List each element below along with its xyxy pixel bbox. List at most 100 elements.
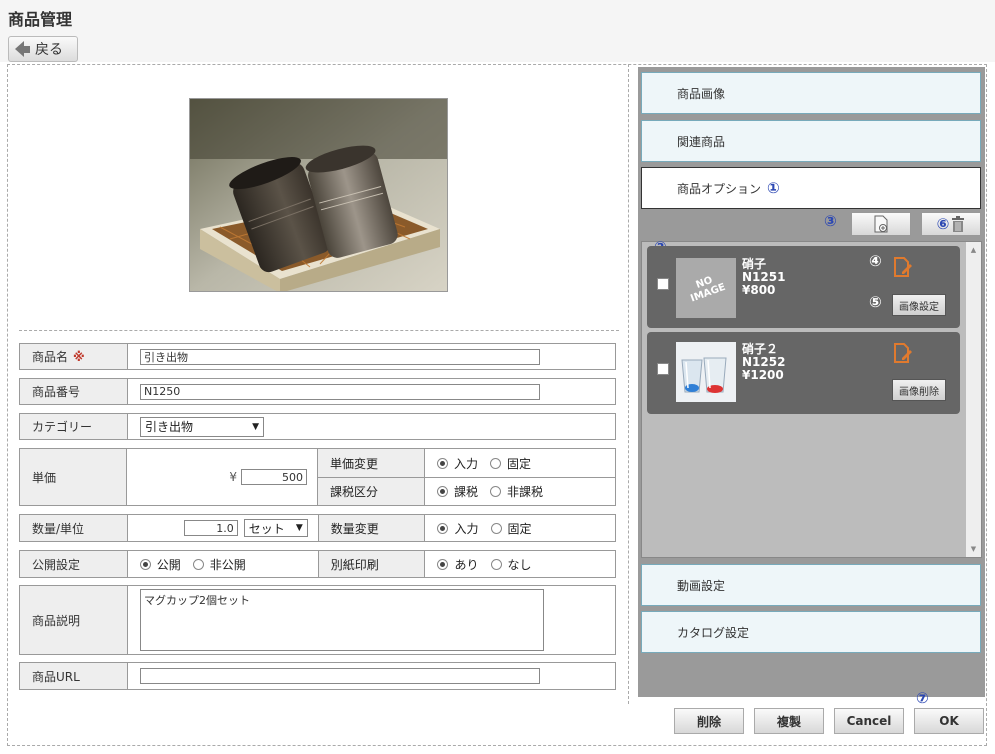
column-divider	[628, 64, 629, 704]
section-label: 関連商品	[677, 134, 726, 149]
back-label: 戻る	[35, 42, 63, 58]
label-quantity: 数量/単位	[20, 515, 128, 541]
row-quantity: 数量/単位 1.0 セット ▼ 数量変更 入力 固定	[19, 514, 616, 542]
marker-4: ④	[869, 252, 882, 270]
radio-public[interactable]: 公開	[139, 556, 181, 573]
option-price: ¥1200	[742, 368, 784, 382]
radio-label: 課税	[454, 485, 479, 499]
dropdown-arrow-icon: ▼	[295, 523, 303, 533]
section-label: 動画設定	[677, 578, 726, 593]
radio-dot	[490, 558, 502, 570]
radio-print-yes[interactable]: あり	[437, 556, 479, 573]
add-option-button[interactable]	[851, 212, 911, 236]
radio-dot	[437, 522, 449, 534]
page-title: 商品管理	[8, 10, 73, 29]
radio-dot	[490, 522, 502, 534]
label-print: 別紙印刷	[317, 551, 426, 577]
section-divider	[19, 330, 619, 331]
glass-thumbnail	[676, 342, 736, 402]
category-value: 引き出物	[145, 420, 194, 434]
marker-5: ⑤	[869, 293, 882, 311]
product-photo	[189, 98, 448, 292]
row-product-name: 商品名 ※ 引き出物	[19, 343, 616, 370]
scroll-down-icon[interactable]: ▼	[966, 545, 981, 553]
marker-6: ⑥	[936, 215, 950, 233]
label-product-number: 商品番号	[20, 379, 128, 404]
delete-button[interactable]: 削除	[674, 708, 744, 734]
option-list-scrollbar[interactable]: ▲ ▼	[966, 242, 981, 557]
radio-dot	[490, 457, 502, 469]
label-qty-change: 数量変更	[317, 515, 426, 541]
delete-option-button[interactable]: ⑥	[921, 212, 981, 236]
radio-label: 公開	[156, 557, 181, 572]
scroll-up-icon[interactable]: ▲	[966, 246, 981, 254]
radio-tax-exempt[interactable]: 非課税	[490, 483, 543, 500]
product-number-input[interactable]: N1250	[140, 383, 540, 400]
radio-qty-fixed[interactable]: 固定	[490, 520, 532, 537]
row-price: 単価 ¥ 500 単価変更 入力 固定 課税区分 課税 非課税	[19, 448, 616, 506]
delete-image-button[interactable]: 画像削除	[892, 379, 946, 401]
option-price: ¥800	[742, 283, 776, 297]
arrow-tail	[24, 45, 30, 53]
edit-icon[interactable]	[893, 257, 913, 277]
section-product-options[interactable]: 商品オプション ①	[641, 167, 981, 209]
radio-dot	[437, 486, 448, 497]
radio-label: 入力	[454, 456, 479, 471]
back-button[interactable]: 戻る	[8, 36, 78, 62]
section-label: 商品オプション	[677, 181, 762, 196]
quantity-input[interactable]: 1.0	[183, 520, 238, 536]
radio-print-no[interactable]: なし	[490, 556, 532, 573]
ok-button[interactable]: OK	[914, 708, 984, 734]
product-name-input[interactable]: 引き出物	[140, 348, 540, 365]
category-select[interactable]: 引き出物 ▼	[140, 416, 264, 437]
radio-label: なし	[507, 557, 532, 572]
dropdown-arrow-icon: ▼	[252, 421, 259, 432]
option-checkbox[interactable]	[657, 278, 669, 290]
row-category: カテゴリー 引き出物 ▼	[19, 413, 616, 440]
image-settings-button[interactable]: 画像設定	[892, 294, 946, 316]
row-description: 商品説明 マグカップ2個セット	[19, 585, 616, 655]
url-input[interactable]	[140, 668, 540, 684]
row-publish: 公開設定 公開 非公開 別紙印刷 あり なし	[19, 550, 616, 578]
row-product-number: 商品番号 N1250	[19, 378, 616, 405]
label-price-change: 単価変更	[317, 449, 425, 477]
price-input[interactable]: 500	[241, 469, 307, 485]
radio-tax-taxable[interactable]: 課税	[437, 483, 478, 500]
unit-select[interactable]: セット ▼	[243, 519, 308, 537]
section-video-settings[interactable]: 動画設定	[641, 564, 981, 606]
radio-dot	[437, 558, 449, 570]
label-category: カテゴリー	[20, 414, 128, 439]
arrow-left-icon	[15, 41, 24, 57]
radio-private[interactable]: 非公開	[192, 556, 246, 573]
option-details: 硝子 N1251 ¥800	[742, 258, 785, 297]
unit-value: セット	[248, 521, 285, 536]
cancel-button[interactable]: Cancel	[834, 708, 904, 734]
section-related-products[interactable]: 関連商品	[641, 120, 981, 162]
no-image-thumbnail: NO IMAGE	[676, 258, 736, 318]
radio-dot	[192, 558, 204, 570]
copy-button[interactable]: 複製	[754, 708, 824, 734]
radio-label: 非公開	[209, 557, 246, 572]
section-catalog-settings[interactable]: カタログ設定	[641, 611, 981, 653]
description-textarea[interactable]: マグカップ2個セット	[140, 589, 544, 651]
radio-label: 固定	[507, 456, 532, 471]
required-mark: ※	[73, 349, 85, 364]
radio-qty-input[interactable]: 入力	[437, 520, 479, 537]
marker-7: ⑦	[916, 689, 929, 707]
row-url: 商品URL	[19, 662, 616, 690]
radio-label: 入力	[454, 521, 479, 536]
marker-3: ③	[824, 212, 837, 230]
radio-label: あり	[454, 557, 479, 572]
section-label: カタログ設定	[677, 625, 750, 640]
radio-price-fixed[interactable]: 固定	[490, 455, 531, 472]
option-details: 硝子２ N1252 ¥1200	[742, 343, 785, 382]
label-product-name: 商品名 ※	[20, 344, 128, 369]
label-text: 商品名	[32, 350, 69, 364]
section-product-images[interactable]: 商品画像	[641, 72, 981, 114]
label-publish: 公開設定	[20, 551, 128, 577]
option-checkbox[interactable]	[657, 363, 669, 375]
radio-price-input[interactable]: 入力	[437, 455, 478, 472]
add-document-icon	[874, 215, 888, 233]
radio-label: 固定	[507, 521, 532, 536]
edit-icon[interactable]	[893, 343, 913, 363]
